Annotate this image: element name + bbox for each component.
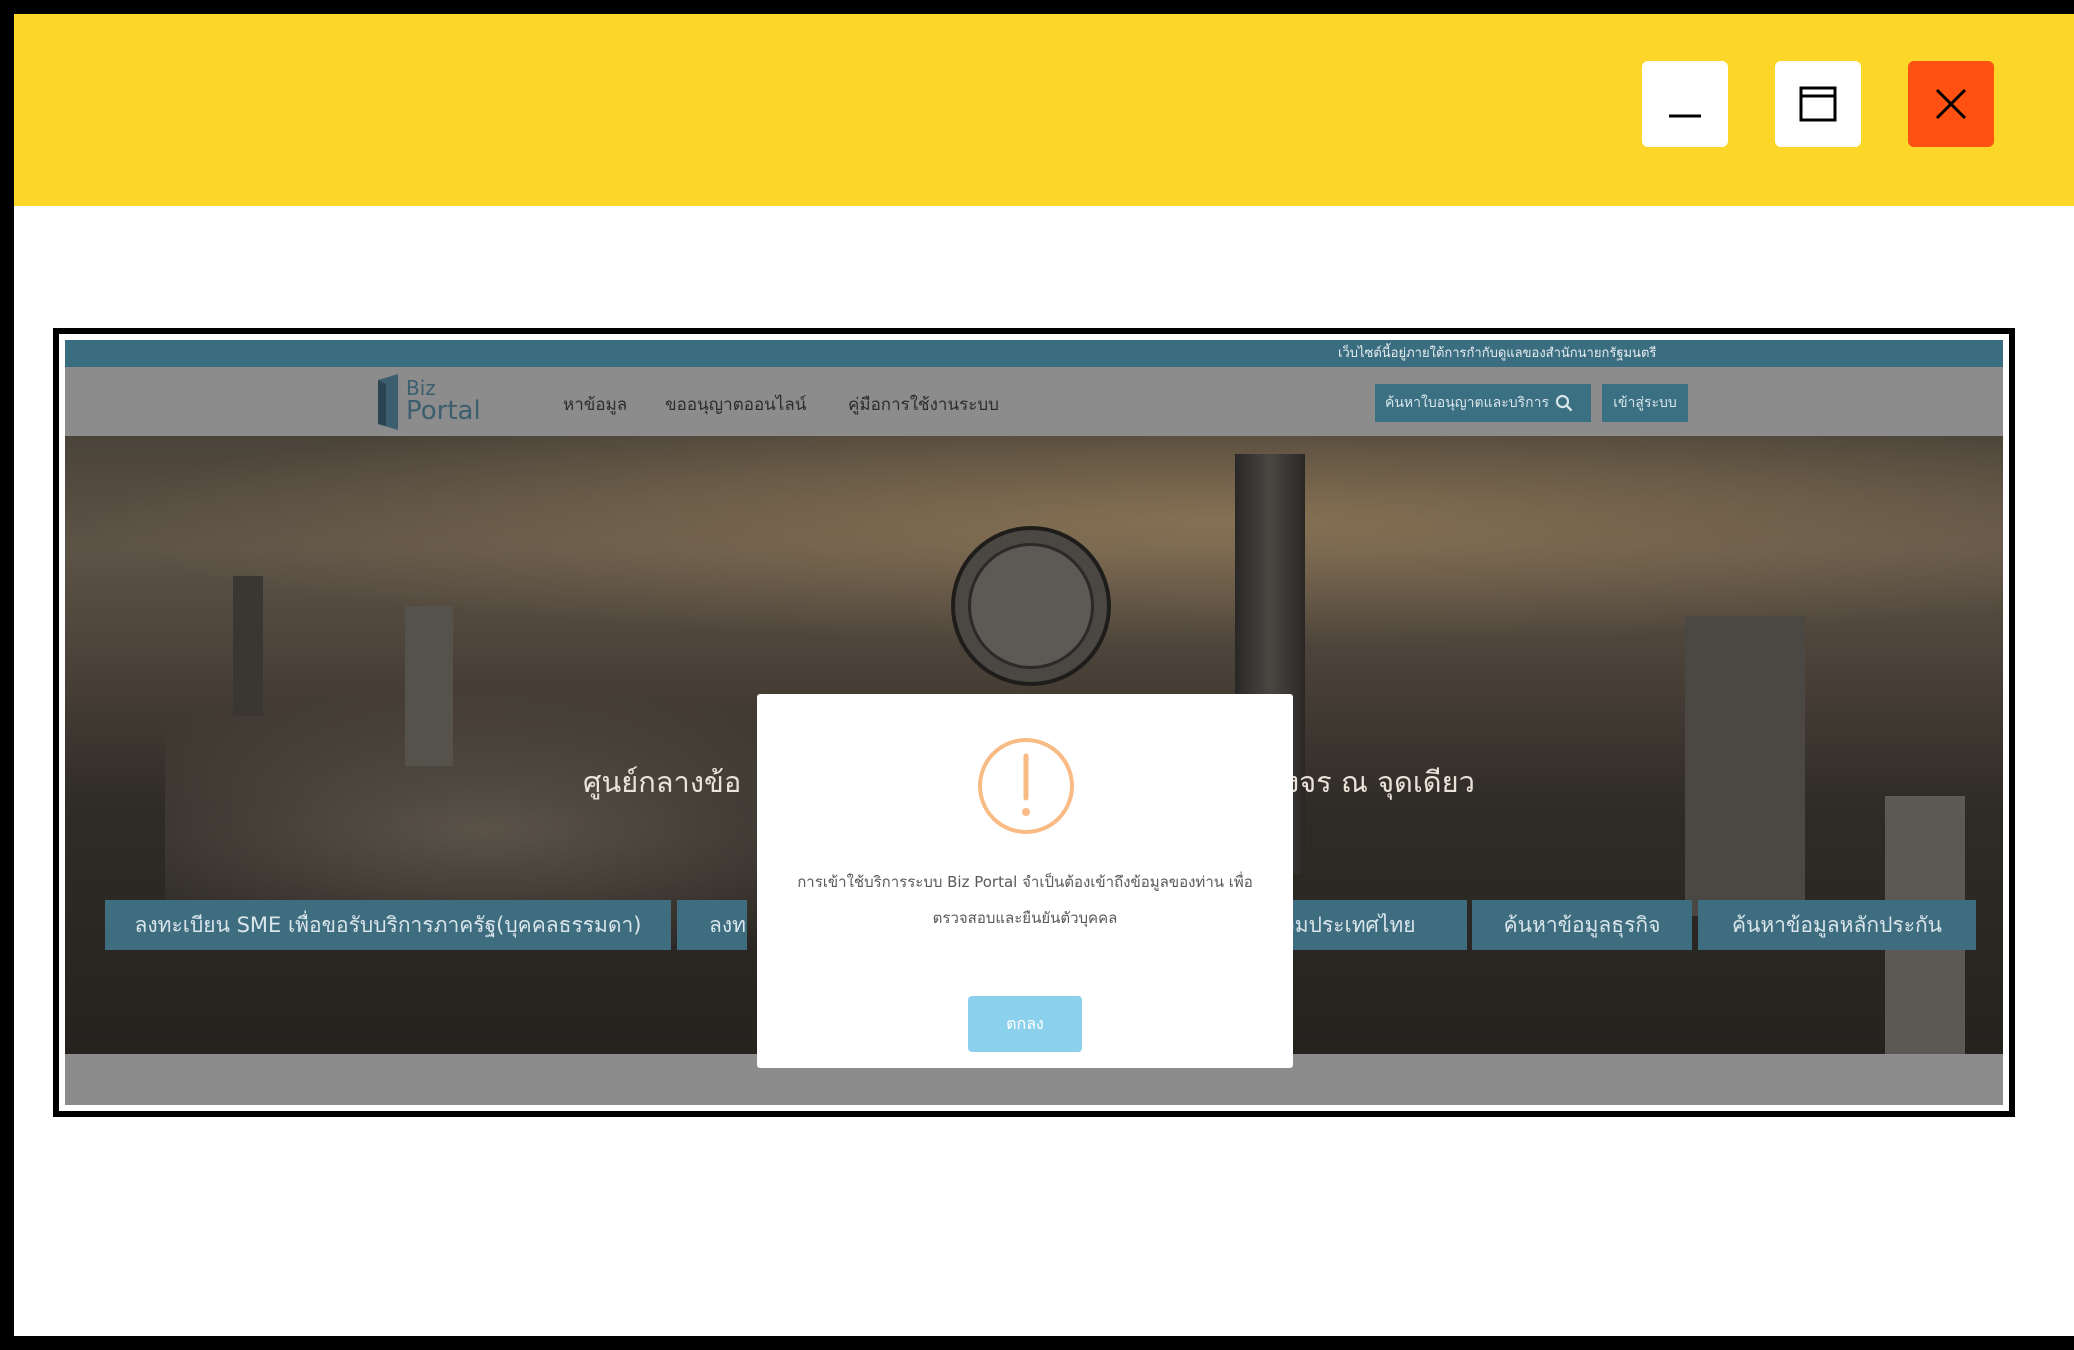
government-seal-icon <box>951 526 1111 686</box>
site-navbar: Biz Portal หาข้อมูล ขออนุญาตออนไลน์ คู่ม… <box>65 367 2003 436</box>
login-label: เข้าสู่ระบบ <box>1613 395 1677 411</box>
hero-building <box>405 606 453 766</box>
maximize-button[interactable] <box>1775 61 1861 147</box>
thailand-partial-label: วมประเทศไทย <box>1283 913 1416 937</box>
search-icon <box>1555 394 1573 412</box>
hero-title-right: งจร ณ จุดเดียว <box>1285 765 1475 799</box>
alert-message-line1: การเข้าใช้บริการระบบ Biz Portal จำเป็นต้… <box>797 873 1253 891</box>
close-icon <box>1935 88 1967 120</box>
business-info-search-label: ค้นหาข้อมูลธุรกิจ <box>1503 913 1661 937</box>
business-info-search-button[interactable]: ค้นหาข้อมูลธุรกิจ <box>1472 900 1692 950</box>
minimize-button[interactable] <box>1642 61 1728 147</box>
nav-item-online-license[interactable]: ขออนุญาตออนไลน์ <box>665 391 806 418</box>
alert-message: การเข้าใช้บริการระบบ Biz Portal จำเป็นต้… <box>769 864 1281 936</box>
hero-building <box>233 576 263 716</box>
ok-button-label: ตกลง <box>1006 1014 1044 1033</box>
seal-emblem <box>968 543 1094 669</box>
register-sme-label: ลงทะเบียน SME เพื่อขอรับบริการภาครัฐ(บุค… <box>134 913 642 937</box>
door-logo-icon <box>378 374 398 430</box>
nav-item-user-manual[interactable]: คู่มือการใช้งานระบบ <box>848 391 999 418</box>
logo-text-biz: Biz <box>406 376 436 400</box>
search-license-button[interactable]: ค้นหาใบอนุญาตและบริการ <box>1375 384 1591 422</box>
alert-dialog: การเข้าใช้บริการระบบ Biz Portal จำเป็นต้… <box>757 694 1293 1068</box>
maximize-icon <box>1799 86 1837 122</box>
collateral-search-label: ค้นหาข้อมูลหลักประกัน <box>1731 913 1943 937</box>
register-partial-label: ลงท <box>709 913 746 937</box>
register-sme-button[interactable]: ลงทะเบียน SME เพื่อขอรับบริการภาครัฐ(บุค… <box>105 900 671 950</box>
search-license-label: ค้นหาใบอนุญาตและบริการ <box>1385 395 1549 411</box>
collateral-search-button[interactable]: ค้นหาข้อมูลหลักประกัน <box>1698 900 1976 950</box>
hero-title-left: ศูนย์กลางข้อ <box>583 765 742 799</box>
app-window: เว็บไซต์นี้อยู่ภายใต้การกำกับดูแลของสำนั… <box>0 0 2074 1350</box>
minimize-icon <box>1669 114 1701 118</box>
register-button-partial[interactable]: ลงท <box>677 900 747 950</box>
thailand-button-partial[interactable]: วมประเทศไทย <box>1277 900 1467 950</box>
logo-text-portal: Portal <box>406 396 481 426</box>
gov-notice-bar: เว็บไซต์นี้อยู่ภายใต้การกำกับดูแลของสำนั… <box>65 340 2003 367</box>
gov-notice-text: เว็บไซต์นี้อยู่ภายใต้การกำกับดูแลของสำนั… <box>1338 346 1657 361</box>
titlebar <box>14 14 2074 206</box>
bizportal-logo[interactable]: Biz Portal <box>376 374 486 430</box>
exclamation-circle-icon <box>978 738 1074 834</box>
ok-button[interactable]: ตกลง <box>968 996 1082 1052</box>
close-button[interactable] <box>1908 61 1994 147</box>
nav-item-find-info[interactable]: หาข้อมูล <box>563 391 627 418</box>
hero-building <box>1685 616 1805 916</box>
login-button[interactable]: เข้าสู่ระบบ <box>1602 384 1688 422</box>
alert-message-line2: ตรวจสอบและยืนยันตัวบุคคล <box>932 909 1118 927</box>
